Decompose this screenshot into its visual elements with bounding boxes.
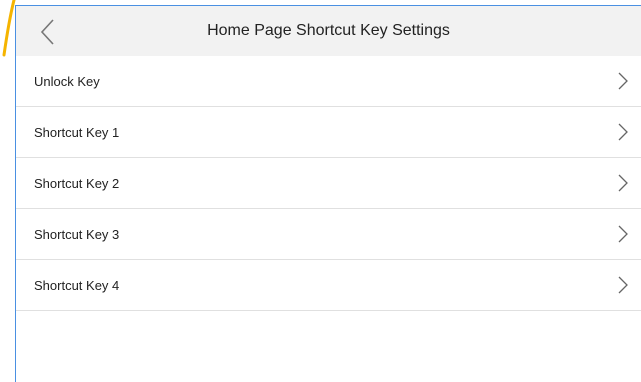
list-item-shortcut-key-3[interactable]: Shortcut Key 3 xyxy=(16,209,641,260)
chevron-right-icon xyxy=(618,174,628,192)
chevron-right-icon xyxy=(618,72,628,90)
list-item-unlock-key[interactable]: Unlock Key xyxy=(16,56,641,107)
chevron-right-icon xyxy=(618,123,628,141)
list-item-shortcut-key-4[interactable]: Shortcut Key 4 xyxy=(16,260,641,311)
header-bar: Home Page Shortcut Key Settings xyxy=(16,6,641,56)
settings-list: Unlock Key Shortcut Key 1 Shortcut Key 2… xyxy=(16,56,641,311)
list-item-label: Shortcut Key 4 xyxy=(34,277,120,293)
back-chevron-left-icon[interactable] xyxy=(34,16,62,48)
list-item-label: Shortcut Key 2 xyxy=(34,175,120,191)
list-item-label: Shortcut Key 1 xyxy=(34,124,120,140)
list-item-shortcut-key-1[interactable]: Shortcut Key 1 xyxy=(16,107,641,158)
list-item-label: Shortcut Key 3 xyxy=(34,226,120,242)
list-item-label: Unlock Key xyxy=(34,73,100,89)
list-item-shortcut-key-2[interactable]: Shortcut Key 2 xyxy=(16,158,641,209)
chevron-right-icon xyxy=(618,276,628,294)
chevron-right-icon xyxy=(618,225,628,243)
settings-screen: Home Page Shortcut Key Settings Unlock K… xyxy=(15,5,641,382)
page-title: Home Page Shortcut Key Settings xyxy=(207,22,450,39)
